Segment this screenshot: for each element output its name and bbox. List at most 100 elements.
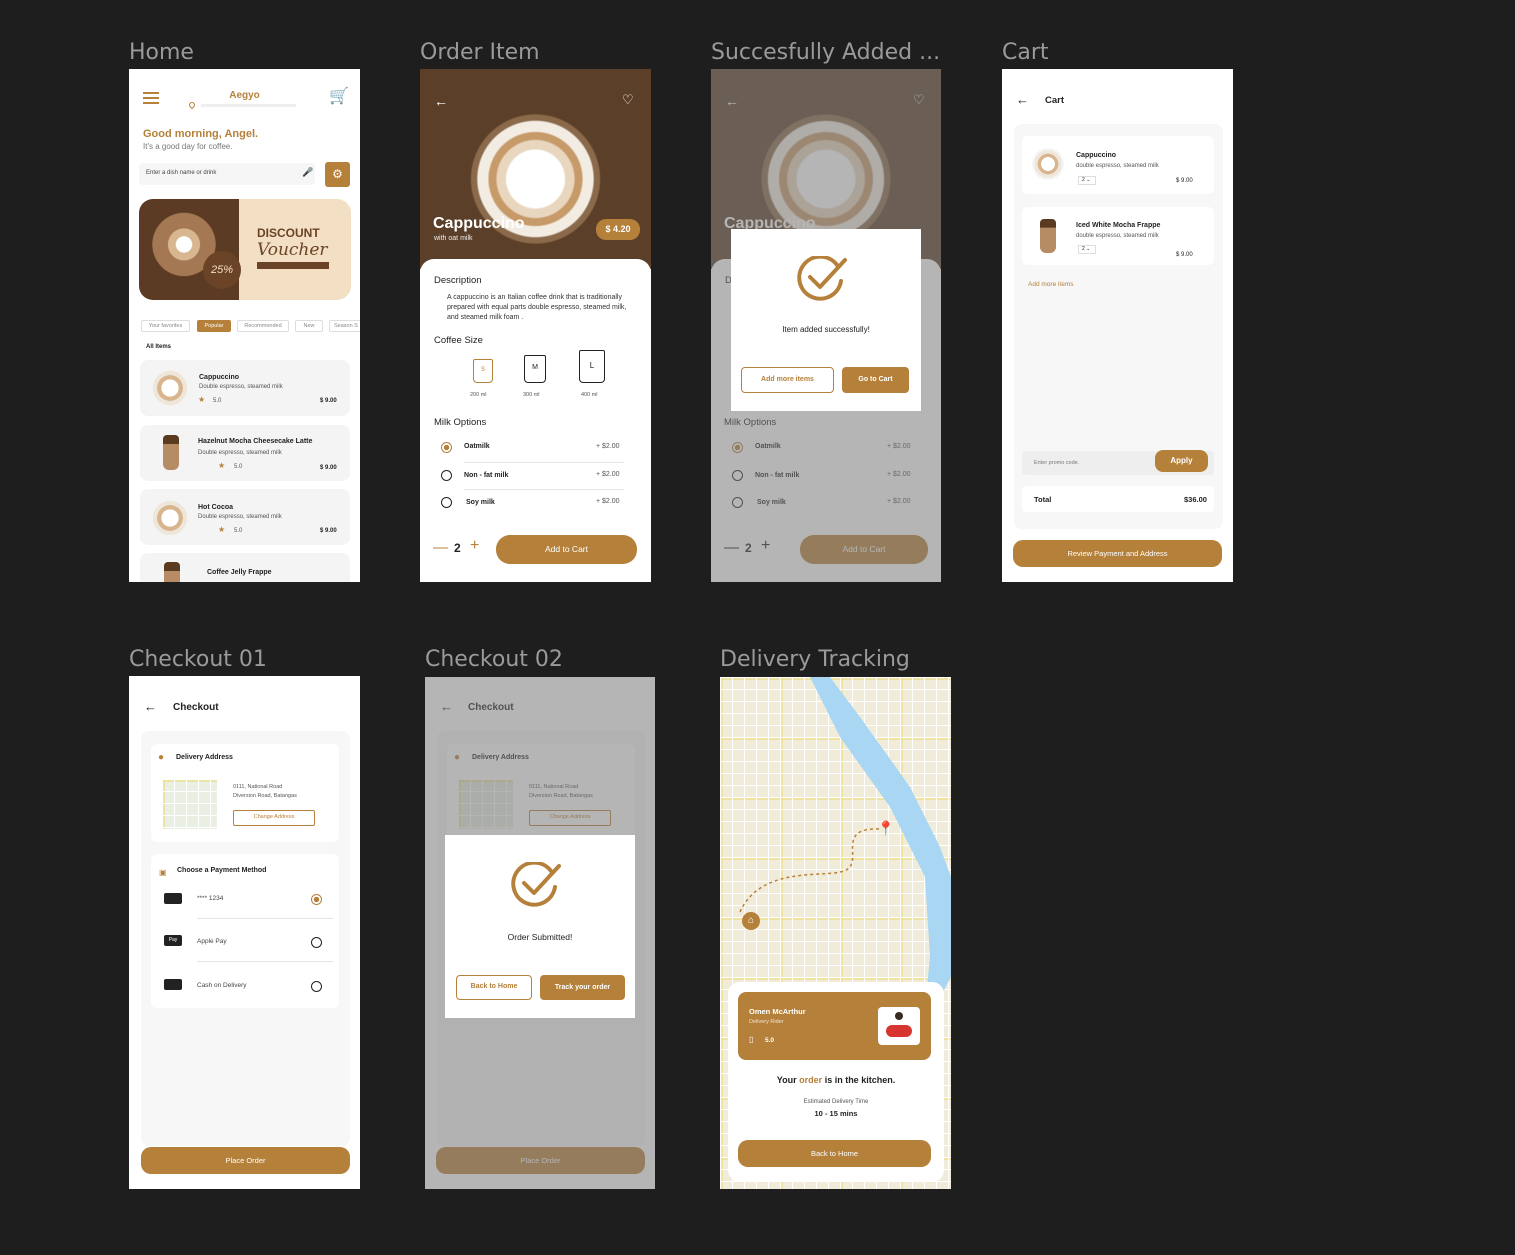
tab-recommended[interactable]: Recommended <box>237 320 289 332</box>
milk-radio-oatmilk[interactable] <box>441 442 452 453</box>
status-word: order <box>799 1075 823 1085</box>
quantity-select[interactable]: 2 ⌄ <box>1078 245 1096 254</box>
filter-button[interactable]: ⚙ <box>325 162 350 187</box>
tab-popular[interactable]: Popular <box>197 320 231 332</box>
submitted-message: Order Submitted! <box>507 932 573 942</box>
review-payment-button[interactable]: Review Payment and Address <box>1013 540 1222 567</box>
address-line-2: Diversion Road, Batangas <box>233 793 297 799</box>
heart-icon[interactable]: ♡ <box>622 92 634 108</box>
cart-item-name: Cappuccino <box>1076 152 1117 159</box>
back-to-home-button[interactable]: Back to Home <box>738 1140 931 1167</box>
milk-name: Soy milk <box>466 499 495 506</box>
milk-price: + $2.00 <box>596 498 620 505</box>
frame-label-checkout1: Checkout 01 <box>129 647 267 672</box>
cup-medium-option[interactable]: M <box>524 355 546 383</box>
mic-icon[interactable]: 🎤 <box>302 167 313 178</box>
item-name: Hazelnut Mocha Cheesecake Latte <box>198 438 313 445</box>
back-arrow-icon[interactable]: ← <box>1016 92 1029 107</box>
cappuccino-thumbnail <box>1032 148 1064 180</box>
frappe-thumbnail <box>164 562 180 582</box>
tab-new[interactable]: New <box>295 320 323 332</box>
tab-favorites[interactable]: Your favorites <box>141 320 190 332</box>
milk-radio-soy[interactable] <box>441 497 452 508</box>
list-item[interactable]: Coffee Jelly Frappe <box>140 553 350 582</box>
apply-promo-button[interactable]: Apply <box>1155 450 1208 472</box>
success-modal: Item added successfully! Add more items … <box>731 229 921 411</box>
quantity-select[interactable]: 2 ⌄ <box>1078 176 1096 185</box>
location-pin-icon: ● <box>158 752 165 763</box>
voucher-discount-badge: 25% <box>203 251 241 289</box>
address-map-thumbnail <box>162 779 217 829</box>
star-icon: ★ <box>218 461 226 470</box>
order-submitted-modal: Order Submitted! Back to Home Track your… <box>445 835 635 1018</box>
cash-icon <box>164 979 182 990</box>
qty-value: 2 <box>1082 177 1085 183</box>
success-screen: ← ♡ Cappuccino Description Milk Options … <box>711 69 941 582</box>
cup-large-option[interactable]: L <box>579 350 605 383</box>
order-item-screen: ← ♡ Cappuccino with oat milk $ 4.20 Desc… <box>420 69 651 582</box>
check-circle-icon <box>797 256 847 301</box>
cart-screen: ← Cart Cappuccino double espresso, steam… <box>1002 69 1233 582</box>
list-item[interactable]: Cappuccino Double espresso, steamed milk… <box>140 360 350 416</box>
payment-method-name: Apple Pay <box>197 938 227 945</box>
star-icon: ★ <box>198 395 206 404</box>
divider <box>464 462 624 463</box>
cart-title: Cart <box>1045 95 1065 106</box>
back-arrow-icon[interactable]: ← <box>434 93 448 109</box>
discount-voucher-banner[interactable]: 25% DISCOUNT Voucher <box>139 199 351 300</box>
order-submitted-screen: ← Checkout ● Delivery Address 0111, Nati… <box>425 677 655 1189</box>
item-price: $ 9.00 <box>320 465 337 471</box>
list-item[interactable]: Hazelnut Mocha Cheesecake Latte Double e… <box>140 425 350 481</box>
cart-item-price: $ 9.00 <box>1176 252 1193 258</box>
store-home-icon: ⌂ <box>742 912 760 930</box>
detail-sheet: Description A cappuccino is an Italian c… <box>420 259 651 582</box>
total-row: Total $36.00 <box>1022 486 1214 512</box>
size-code: M <box>532 364 538 371</box>
cup-small-option[interactable]: S <box>473 359 493 383</box>
cappuccino-thumbnail <box>150 368 190 408</box>
cart-item[interactable]: Iced White Mocha Frappe double espresso,… <box>1022 207 1214 265</box>
plus-icon[interactable]: + <box>470 537 479 555</box>
category-tabs: Your favorites Popular Recommended New S… <box>141 320 360 332</box>
item-rating: 5.0 <box>234 464 243 470</box>
milk-radio-nonfat[interactable] <box>441 470 452 481</box>
payment-method-name: Cash on Delivery <box>197 982 247 989</box>
minus-icon[interactable]: — <box>433 539 448 556</box>
tab-season[interactable]: Season S <box>329 320 360 332</box>
back-arrow-icon[interactable]: ← <box>144 699 157 714</box>
cart-item[interactable]: Cappuccino double espresso, steamed milk… <box>1022 136 1214 194</box>
payment-method-card: ▣ Choose a Payment Method **** 1234 Pay … <box>151 854 339 1008</box>
add-more-items-link[interactable]: Add more items <box>1028 281 1074 288</box>
greeting: Good morning, Angel. <box>143 128 259 140</box>
milk-name: Oatmilk <box>464 443 490 450</box>
item-name: Cappuccino <box>199 374 240 381</box>
divider <box>464 489 624 490</box>
track-order-button[interactable]: Track your order <box>540 975 625 1000</box>
add-to-cart-button[interactable]: Add to Cart <box>496 535 637 564</box>
payment-radio-cash[interactable] <box>311 981 322 992</box>
search-input[interactable]: Enter a dish name or drink 🎤 <box>139 163 315 185</box>
item-rating: 5.0 <box>234 528 243 534</box>
size-code: L <box>589 361 595 370</box>
cart-icon[interactable]: 🛒 <box>329 86 349 106</box>
checkout-panel: ● Delivery Address 0111, National Road D… <box>141 731 350 1146</box>
place-order-button[interactable]: Place Order <box>141 1147 350 1174</box>
frappe-thumbnail <box>1040 219 1056 253</box>
go-to-cart-button[interactable]: Go to Cart <box>842 367 909 393</box>
payment-radio-card[interactable] <box>311 894 322 905</box>
qty-value: 2 <box>1082 246 1085 252</box>
add-more-items-button[interactable]: Add more items <box>741 367 834 393</box>
section-title: All Items <box>146 344 172 350</box>
star-icon: ★ <box>218 525 226 534</box>
size-ml: 300 ml <box>523 392 540 398</box>
cart-item-desc: double espresso, steamed milk <box>1076 163 1159 169</box>
rider-rating: 5.0 <box>765 1037 775 1044</box>
list-item[interactable]: Hot Cocoa Double espresso, steamed milk … <box>140 489 350 545</box>
item-title: Cappuccino <box>433 215 525 232</box>
change-address-button[interactable]: Change Address <box>233 810 315 826</box>
delivery-address-heading: Delivery Address <box>176 754 233 761</box>
item-subtitle: with oat milk <box>434 235 473 242</box>
back-to-home-button[interactable]: Back to Home <box>456 975 532 1000</box>
eta-label: Estimated Delivery Time <box>803 1099 869 1105</box>
payment-radio-applepay[interactable] <box>311 937 322 948</box>
